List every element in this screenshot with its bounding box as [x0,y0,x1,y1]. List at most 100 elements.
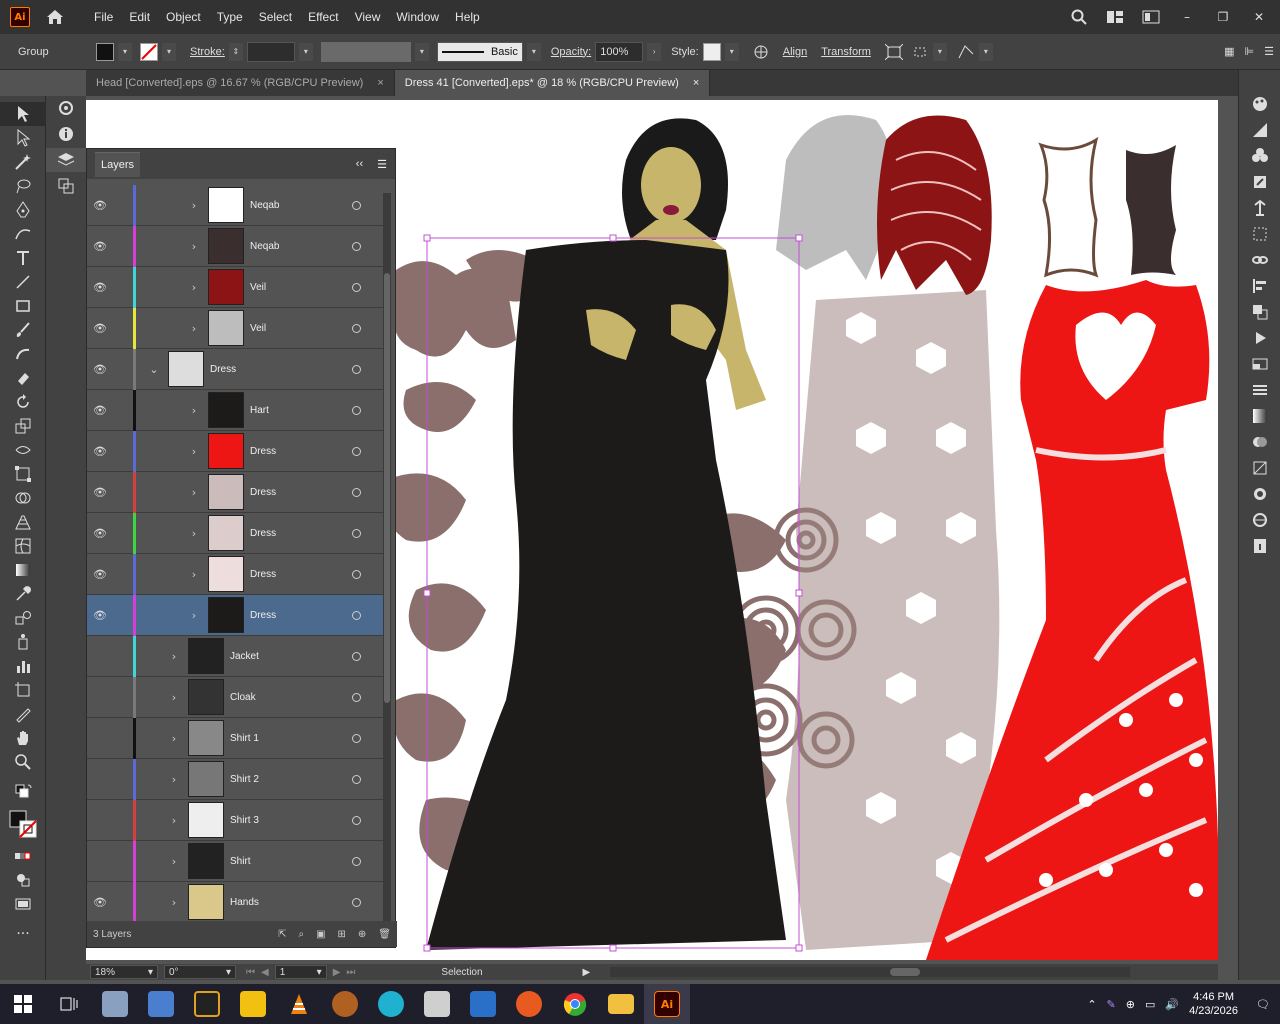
artboard-number-field[interactable]: 1 ▾ [274,965,327,979]
language-icon[interactable]: ⊕ [1126,998,1135,1011]
search-icon[interactable] [1068,9,1090,25]
chevron-right-icon[interactable]: › [166,814,182,827]
lasso-icon[interactable] [0,174,46,198]
fill-stroke-swatches[interactable] [0,804,46,844]
gradient-panel-icon[interactable] [1239,404,1280,428]
target-circle-icon[interactable] [352,282,361,292]
layer-row[interactable]: › Shirt [87,840,383,882]
free-transform-icon[interactable] [0,462,46,486]
artboards-panel-icon[interactable] [46,174,86,198]
maximize-icon[interactable]: ❐ [1212,9,1234,25]
more-tools-icon[interactable]: ··· [0,922,46,946]
close-icon[interactable]: × [377,77,383,89]
firefox-icon[interactable] [506,984,552,1024]
eye-icon[interactable]: 👁 [87,322,113,335]
layer-name[interactable]: Hart [250,405,352,416]
paint-app-icon[interactable] [414,984,460,1024]
menu-window[interactable]: Window [388,10,447,24]
eye-icon[interactable]: 👁 [87,568,113,581]
chevron-right-icon[interactable]: › [166,732,182,745]
graphic-styles-icon[interactable] [1239,482,1280,506]
menu-help[interactable]: Help [447,10,488,24]
close-icon[interactable]: × [693,77,699,89]
layer-name[interactable]: Neqab [250,200,352,211]
color-guide-icon[interactable] [1239,118,1280,142]
align-panel-icon[interactable] [1239,274,1280,298]
chevron-right-icon[interactable]: › [186,281,202,294]
system-clock[interactable]: 4:46 PM 4/23/2026 [1189,990,1238,1018]
chrome-icon[interactable] [552,984,598,1024]
libraries-icon[interactable] [1239,508,1280,532]
layer-name[interactable]: Dress [250,487,352,498]
rectangle-tool-icon[interactable] [0,294,46,318]
collapse-panel-icon[interactable]: ‹‹ [356,158,363,170]
layer-row[interactable]: › Shirt 1 [87,717,383,759]
layer-name[interactable]: Dress [210,364,352,375]
next-artboard-icon[interactable]: ▶ [333,967,341,978]
layers-scrollbar[interactable] [383,193,391,923]
transform-panel-icon[interactable] [1239,222,1280,246]
chevron-right-icon[interactable]: › [186,199,202,212]
eye-icon[interactable]: 👁 [87,281,113,294]
workspace-icon[interactable] [1140,9,1162,25]
studio-app-icon[interactable] [184,984,230,1024]
target-circle-icon[interactable] [352,569,361,579]
chevron-right-icon[interactable]: › [186,404,202,417]
eye-icon[interactable]: 👁 [87,240,113,253]
graph-tool-icon[interactable] [0,654,46,678]
layers-panel-icon[interactable] [46,148,86,172]
layer-name[interactable]: Dress [250,610,352,621]
chevron-right-icon[interactable]: › [166,650,182,663]
layer-name[interactable]: Neqab [250,241,352,252]
chevron-right-icon[interactable]: › [166,896,182,909]
horizontal-scrollbar[interactable] [610,967,1131,977]
store-icon[interactable] [460,984,506,1024]
delete-layer-icon[interactable]: 🗑 [378,929,391,940]
isolate-icon[interactable] [884,43,903,60]
layer-name[interactable]: Jacket [230,651,352,662]
swatches-icon[interactable] [1239,144,1280,168]
target-circle-icon[interactable] [352,651,361,661]
target-circle-icon[interactable] [352,897,361,907]
slice-tool-icon[interactable] [0,702,46,726]
start-button-icon[interactable] [0,984,46,1024]
arrange-documents-icon[interactable] [1104,9,1126,25]
eye-icon[interactable]: 👁 [87,486,113,499]
menu-edit[interactable]: Edit [121,10,158,24]
close-icon[interactable]: ✕ [1248,9,1270,25]
pathfinder-icon[interactable] [1239,300,1280,324]
tab-dress-document[interactable]: Dress 41 [Converted].eps* @ 18 % (RGB/CP… [394,70,711,96]
chevron-down-icon[interactable]: ▾ [978,42,993,61]
layer-name[interactable]: Shirt 2 [230,774,352,785]
layer-row[interactable]: 👁 › Dress [87,430,383,472]
chevron-down-icon[interactable]: ▾ [414,42,429,61]
chevron-right-icon[interactable]: › [186,527,202,540]
clipping-mask-icon[interactable]: ▣ [316,929,325,940]
chevron-right-icon[interactable]: › [186,568,202,581]
shaper-tool-icon[interactable] [0,342,46,366]
style-swatch[interactable] [702,42,721,61]
perspective-grid-icon[interactable] [0,510,46,534]
chevron-down-icon[interactable]: ▾ [298,42,313,61]
menu-file[interactable]: File [86,10,121,24]
variable-width-profile[interactable]: ▾ [320,41,429,62]
layer-row[interactable]: 👁 ⌄ Dress [87,348,383,390]
layer-row[interactable]: 👁 › Hands [87,881,383,923]
target-circle-icon[interactable] [352,733,361,743]
vlc-icon[interactable] [276,984,322,1024]
menu-type[interactable]: Type [209,10,251,24]
layer-row[interactable]: › Cloak [87,676,383,718]
scale-tool-icon[interactable] [0,414,46,438]
layer-row[interactable]: 👁 › Hart [87,389,383,431]
menu-view[interactable]: View [347,10,389,24]
volume-icon[interactable]: 🔊 [1165,998,1179,1011]
chevron-down-icon[interactable]: ▾ [932,42,947,61]
snipping-tool-icon[interactable] [138,984,184,1024]
zoom-tool-icon[interactable] [0,750,46,774]
eye-icon[interactable]: 👁 [87,199,113,212]
panel-menu-icon[interactable]: ☰ [1264,45,1274,58]
chevron-right-icon[interactable]: › [186,486,202,499]
layer-name[interactable]: Hands [230,897,352,908]
target-circle-icon[interactable] [352,815,361,825]
layer-row[interactable]: 👁 › Neqab [87,185,383,226]
